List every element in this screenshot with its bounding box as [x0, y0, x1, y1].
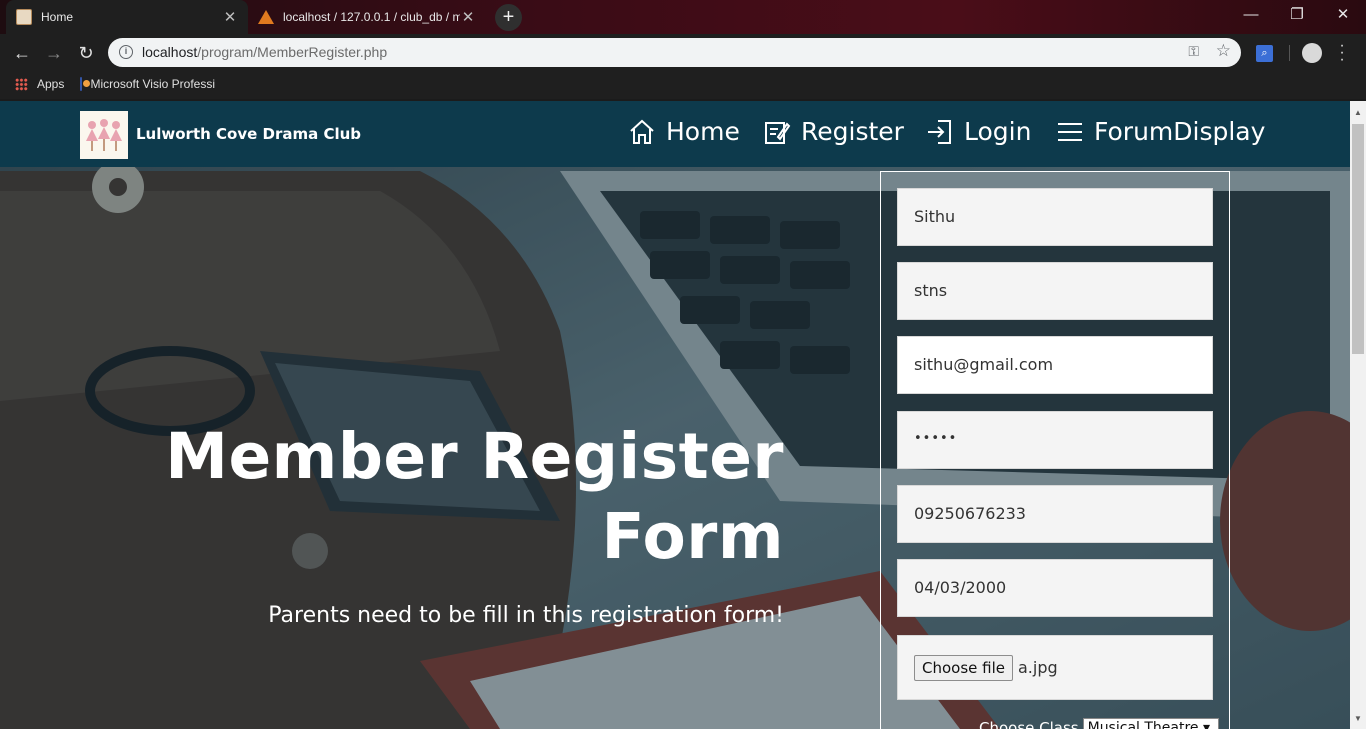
nav-label: Login — [964, 117, 1032, 146]
bookmark-apps[interactable]: Apps — [15, 77, 64, 91]
first-name-input[interactable]: Sithu — [897, 188, 1213, 246]
site-info-icon[interactable]: i — [119, 45, 133, 59]
toolbar-divider — [1289, 45, 1290, 61]
phone-input[interactable]: 09250676233 — [897, 485, 1213, 543]
bookmark-label: Microsoft Visio Professi — [90, 77, 215, 91]
club-logo[interactable] — [80, 111, 128, 159]
nav-login[interactable]: Login — [926, 117, 1031, 146]
apps-grid-icon — [15, 77, 28, 91]
last-name-input[interactable]: stns — [897, 262, 1213, 320]
nav-home[interactable]: Home — [628, 117, 740, 146]
scroll-down-icon[interactable]: ▼ — [1350, 711, 1366, 727]
tab-title: Home — [41, 10, 74, 24]
scroll-up-icon[interactable]: ▲ — [1350, 105, 1366, 121]
page-title: Member Register Form — [165, 420, 784, 573]
site-navbar: Lulworth Cove Drama Club Home Register L… — [0, 101, 1350, 167]
page-subtitle: Parents need to be fill in this registra… — [268, 603, 784, 628]
nav-register[interactable]: Register — [763, 117, 904, 146]
class-select-value: Musical Theatre — [1087, 720, 1199, 729]
page-scrollbar[interactable]: ▲ ▼ — [1350, 101, 1366, 729]
photo-file-input: Choose file a.jpg — [897, 635, 1213, 700]
site-favicon-icon — [16, 9, 32, 25]
back-button[interactable]: ← — [8, 39, 36, 67]
window-close-button[interactable]: ✕ — [1320, 0, 1366, 30]
reload-button[interactable]: ↻ — [72, 39, 100, 67]
close-tab-icon[interactable]: ✕ — [222, 8, 238, 26]
tab-title: localhost / 127.0.0.1 / club_db / me — [283, 10, 460, 24]
password-input[interactable]: ••••• — [897, 411, 1213, 469]
menu-icon — [1058, 122, 1082, 141]
class-label: Choose Class — [979, 719, 1079, 729]
url-text: localhost/program/MemberRegister.php — [142, 44, 387, 60]
edit-icon — [765, 121, 791, 144]
class-select[interactable]: Musical Theatre ▾ — [1082, 718, 1219, 729]
home-icon — [630, 119, 654, 144]
email-input[interactable]: sithu@gmail.com — [897, 336, 1213, 394]
choose-file-button[interactable]: Choose file — [914, 654, 1013, 681]
tab-phpmyadmin[interactable]: localhost / 127.0.0.1 / club_db / me ✕ — [248, 0, 486, 34]
url-host: localhost — [142, 44, 198, 60]
nav-label: Register — [801, 117, 904, 146]
bookmarks-bar: Apps Microsoft Visio Professi — [0, 72, 1366, 99]
brand-name[interactable]: Lulworth Cove Drama Club — [136, 125, 361, 143]
registration-form: Sithu stns sithu@gmail.com ••••• 0925067… — [880, 171, 1230, 729]
extension-search-icon[interactable]: ⌕ — [1256, 45, 1273, 62]
bookmark-star-icon[interactable]: ☆ — [1216, 41, 1231, 61]
hero-section: Member Register Form Parents need to be … — [0, 101, 1350, 729]
minimize-button[interactable]: — — [1228, 0, 1274, 30]
bookmark-label: Apps — [37, 77, 65, 91]
nav-label: Home — [666, 117, 740, 146]
nav-label: ForumDisplay — [1094, 117, 1266, 146]
login-icon — [928, 119, 951, 144]
restore-button[interactable]: ❐ — [1274, 0, 1320, 30]
close-tab-icon[interactable]: ✕ — [460, 8, 476, 26]
browser-toolbar: ← → ↻ i localhost/program/MemberRegister… — [0, 34, 1366, 72]
key-icon[interactable]: ⚿ — [1188, 43, 1199, 60]
visio-icon — [80, 77, 88, 91]
date-of-birth-input[interactable]: 04/03/2000 — [897, 559, 1213, 617]
forward-button[interactable]: → — [40, 39, 68, 67]
address-bar[interactable]: i localhost/program/MemberRegister.php ⚿… — [108, 38, 1241, 67]
class-select-row: Choose Class Musical Theatre ▾ — [979, 718, 1219, 729]
browser-tabstrip: Home ✕ localhost / 127.0.0.1 / club_db /… — [0, 0, 1366, 34]
nav-forum-display[interactable]: ForumDisplay — [1056, 117, 1265, 146]
tab-home[interactable]: Home ✕ — [6, 0, 248, 34]
profile-avatar[interactable] — [1302, 43, 1322, 63]
page-viewport: Member Register Form Parents need to be … — [0, 101, 1350, 729]
browser-menu-icon[interactable]: · · · — [1335, 38, 1349, 68]
scrollbar-thumb[interactable] — [1352, 124, 1364, 354]
url-path: /program/MemberRegister.php — [197, 44, 388, 60]
chosen-file-name: a.jpg — [1018, 658, 1058, 677]
bookmark-visio[interactable]: Microsoft Visio Professi — [80, 77, 215, 91]
phpmyadmin-favicon-icon — [258, 10, 274, 24]
new-tab-button[interactable]: + — [495, 4, 522, 31]
